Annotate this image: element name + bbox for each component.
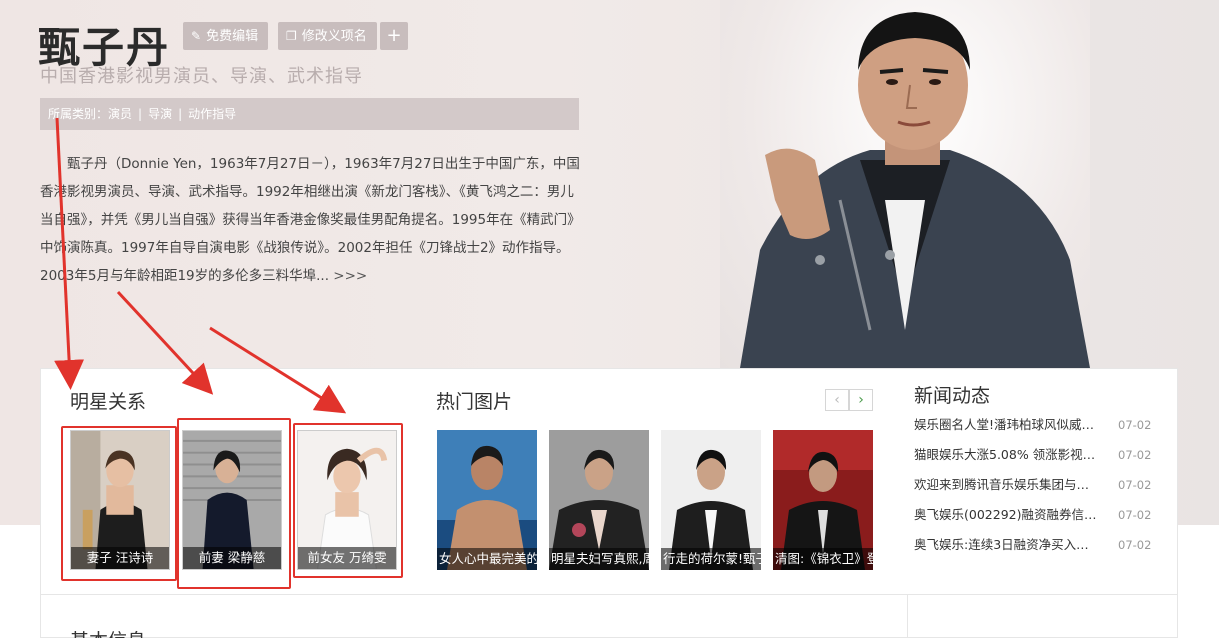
news-item[interactable]: 欢迎来到腾讯音乐娱乐集团与… 07-02 — [914, 473, 1154, 503]
category-separator: | — [138, 107, 143, 121]
summary-paragraph: 甄子丹（Donnie Yen，1963年7月27日－），1963年7月27日出生… — [40, 150, 580, 290]
relation-caption: 前女友 万绮雯 — [298, 547, 396, 569]
news-list: 娱乐圈名人堂!潘玮柏球风似威… 07-02 猫眼娱乐大涨5.08% 领涨影视… 07… — [914, 413, 1154, 563]
category-link-director[interactable]: 导演 — [148, 107, 172, 121]
relation-card-ex-wife[interactable]: 前妻 梁静慈 — [182, 430, 282, 570]
news-item-date: 07-02 — [1118, 418, 1152, 432]
news-item-title[interactable]: 奥飞娱乐(002292)融资融券信… — [914, 503, 1104, 527]
chevron-right-icon: › — [858, 392, 864, 408]
relation-caption: 妻子 汪诗诗 — [71, 547, 169, 569]
relation-caption: 前妻 梁静慈 — [183, 547, 281, 569]
category-bar: 所属类别：演员 | 导演 | 动作指导 — [40, 98, 579, 130]
slider-prev-button[interactable]: ‹ — [825, 389, 849, 411]
hot-pictures-title: 热门图片 — [436, 391, 513, 413]
hot-picture-item[interactable]: 女人心中最完美的 — [437, 430, 537, 570]
news-title: 新闻动态 — [914, 385, 991, 407]
hot-picture-item[interactable]: 清图:《锦衣卫》登 — [773, 430, 873, 570]
hot-picture-caption: 行走的荷尔蒙!甄子 — [661, 548, 761, 570]
hot-picture-caption: 女人心中最完美的 — [437, 548, 537, 570]
relation-card-wife[interactable]: 妻子 汪诗诗 — [70, 430, 170, 570]
category-separator: | — [178, 107, 183, 121]
category-label: 所属类别： — [48, 107, 109, 121]
news-item[interactable]: 娱乐圈名人堂!潘玮柏球风似威… 07-02 — [914, 413, 1154, 443]
news-item-date: 07-02 — [1118, 448, 1152, 462]
edit-button-label: 免费编辑 — [206, 29, 259, 44]
relations-title: 明星关系 — [70, 391, 147, 413]
category-link-action-director[interactable]: 动作指导 — [188, 107, 236, 121]
slider-next-button[interactable]: › — [849, 389, 873, 411]
news-item-title[interactable]: 娱乐圈名人堂!潘玮柏球风似威… — [914, 413, 1104, 437]
read-more-link[interactable]: >>> — [333, 268, 367, 284]
rename-button-label: 修改义项名 — [301, 29, 367, 44]
news-item-title[interactable]: 欢迎来到腾讯音乐娱乐集团与… — [914, 473, 1104, 497]
news-item-date: 07-02 — [1118, 478, 1152, 492]
category-link-actor[interactable]: 演员 — [108, 107, 132, 121]
news-item[interactable]: 奥飞娱乐(002292)融资融券信… 07-02 — [914, 503, 1154, 533]
basic-info-title: 基本信息 — [70, 626, 146, 638]
relation-card-ex-girlfriend[interactable]: 前女友 万绮雯 — [297, 430, 397, 570]
pencil-icon: ✎ — [191, 29, 202, 43]
rename-button[interactable]: ❐ 修改义项名 — [278, 22, 377, 50]
hot-picture-item[interactable]: 明星夫妇写真熙,周 — [549, 430, 649, 570]
news-item[interactable]: 猫眼娱乐大涨5.08% 领涨影视… 07-02 — [914, 443, 1154, 473]
page-subtitle: 中国香港影视男演员、导演、武术指导 — [40, 66, 363, 87]
person-photo — [720, 0, 1090, 368]
column-divider — [907, 595, 908, 638]
hot-picture-item[interactable]: 行走的荷尔蒙!甄子 — [661, 430, 761, 570]
news-item-title[interactable]: 奥飞娱乐:连续3日融资净买入… — [914, 533, 1104, 557]
section-divider — [40, 594, 1178, 595]
summary-text: 甄子丹（Donnie Yen，1963年7月27日－），1963年7月27日出生… — [40, 156, 580, 284]
edit-button[interactable]: ✎ 免费编辑 — [183, 22, 269, 50]
news-item-title[interactable]: 猫眼娱乐大涨5.08% 领涨影视… — [914, 443, 1104, 467]
add-button[interactable]: + — [380, 22, 408, 50]
hot-picture-caption: 明星夫妇写真熙,周 — [549, 548, 649, 570]
tag-icon: ❐ — [286, 29, 297, 43]
hot-picture-caption: 清图:《锦衣卫》登 — [773, 548, 873, 570]
news-item[interactable]: 奥飞娱乐:连续3日融资净买入… 07-02 — [914, 533, 1154, 563]
news-item-date: 07-02 — [1118, 538, 1152, 552]
chevron-left-icon: ‹ — [834, 392, 840, 408]
news-item-date: 07-02 — [1118, 508, 1152, 522]
plus-icon: + — [386, 25, 402, 46]
